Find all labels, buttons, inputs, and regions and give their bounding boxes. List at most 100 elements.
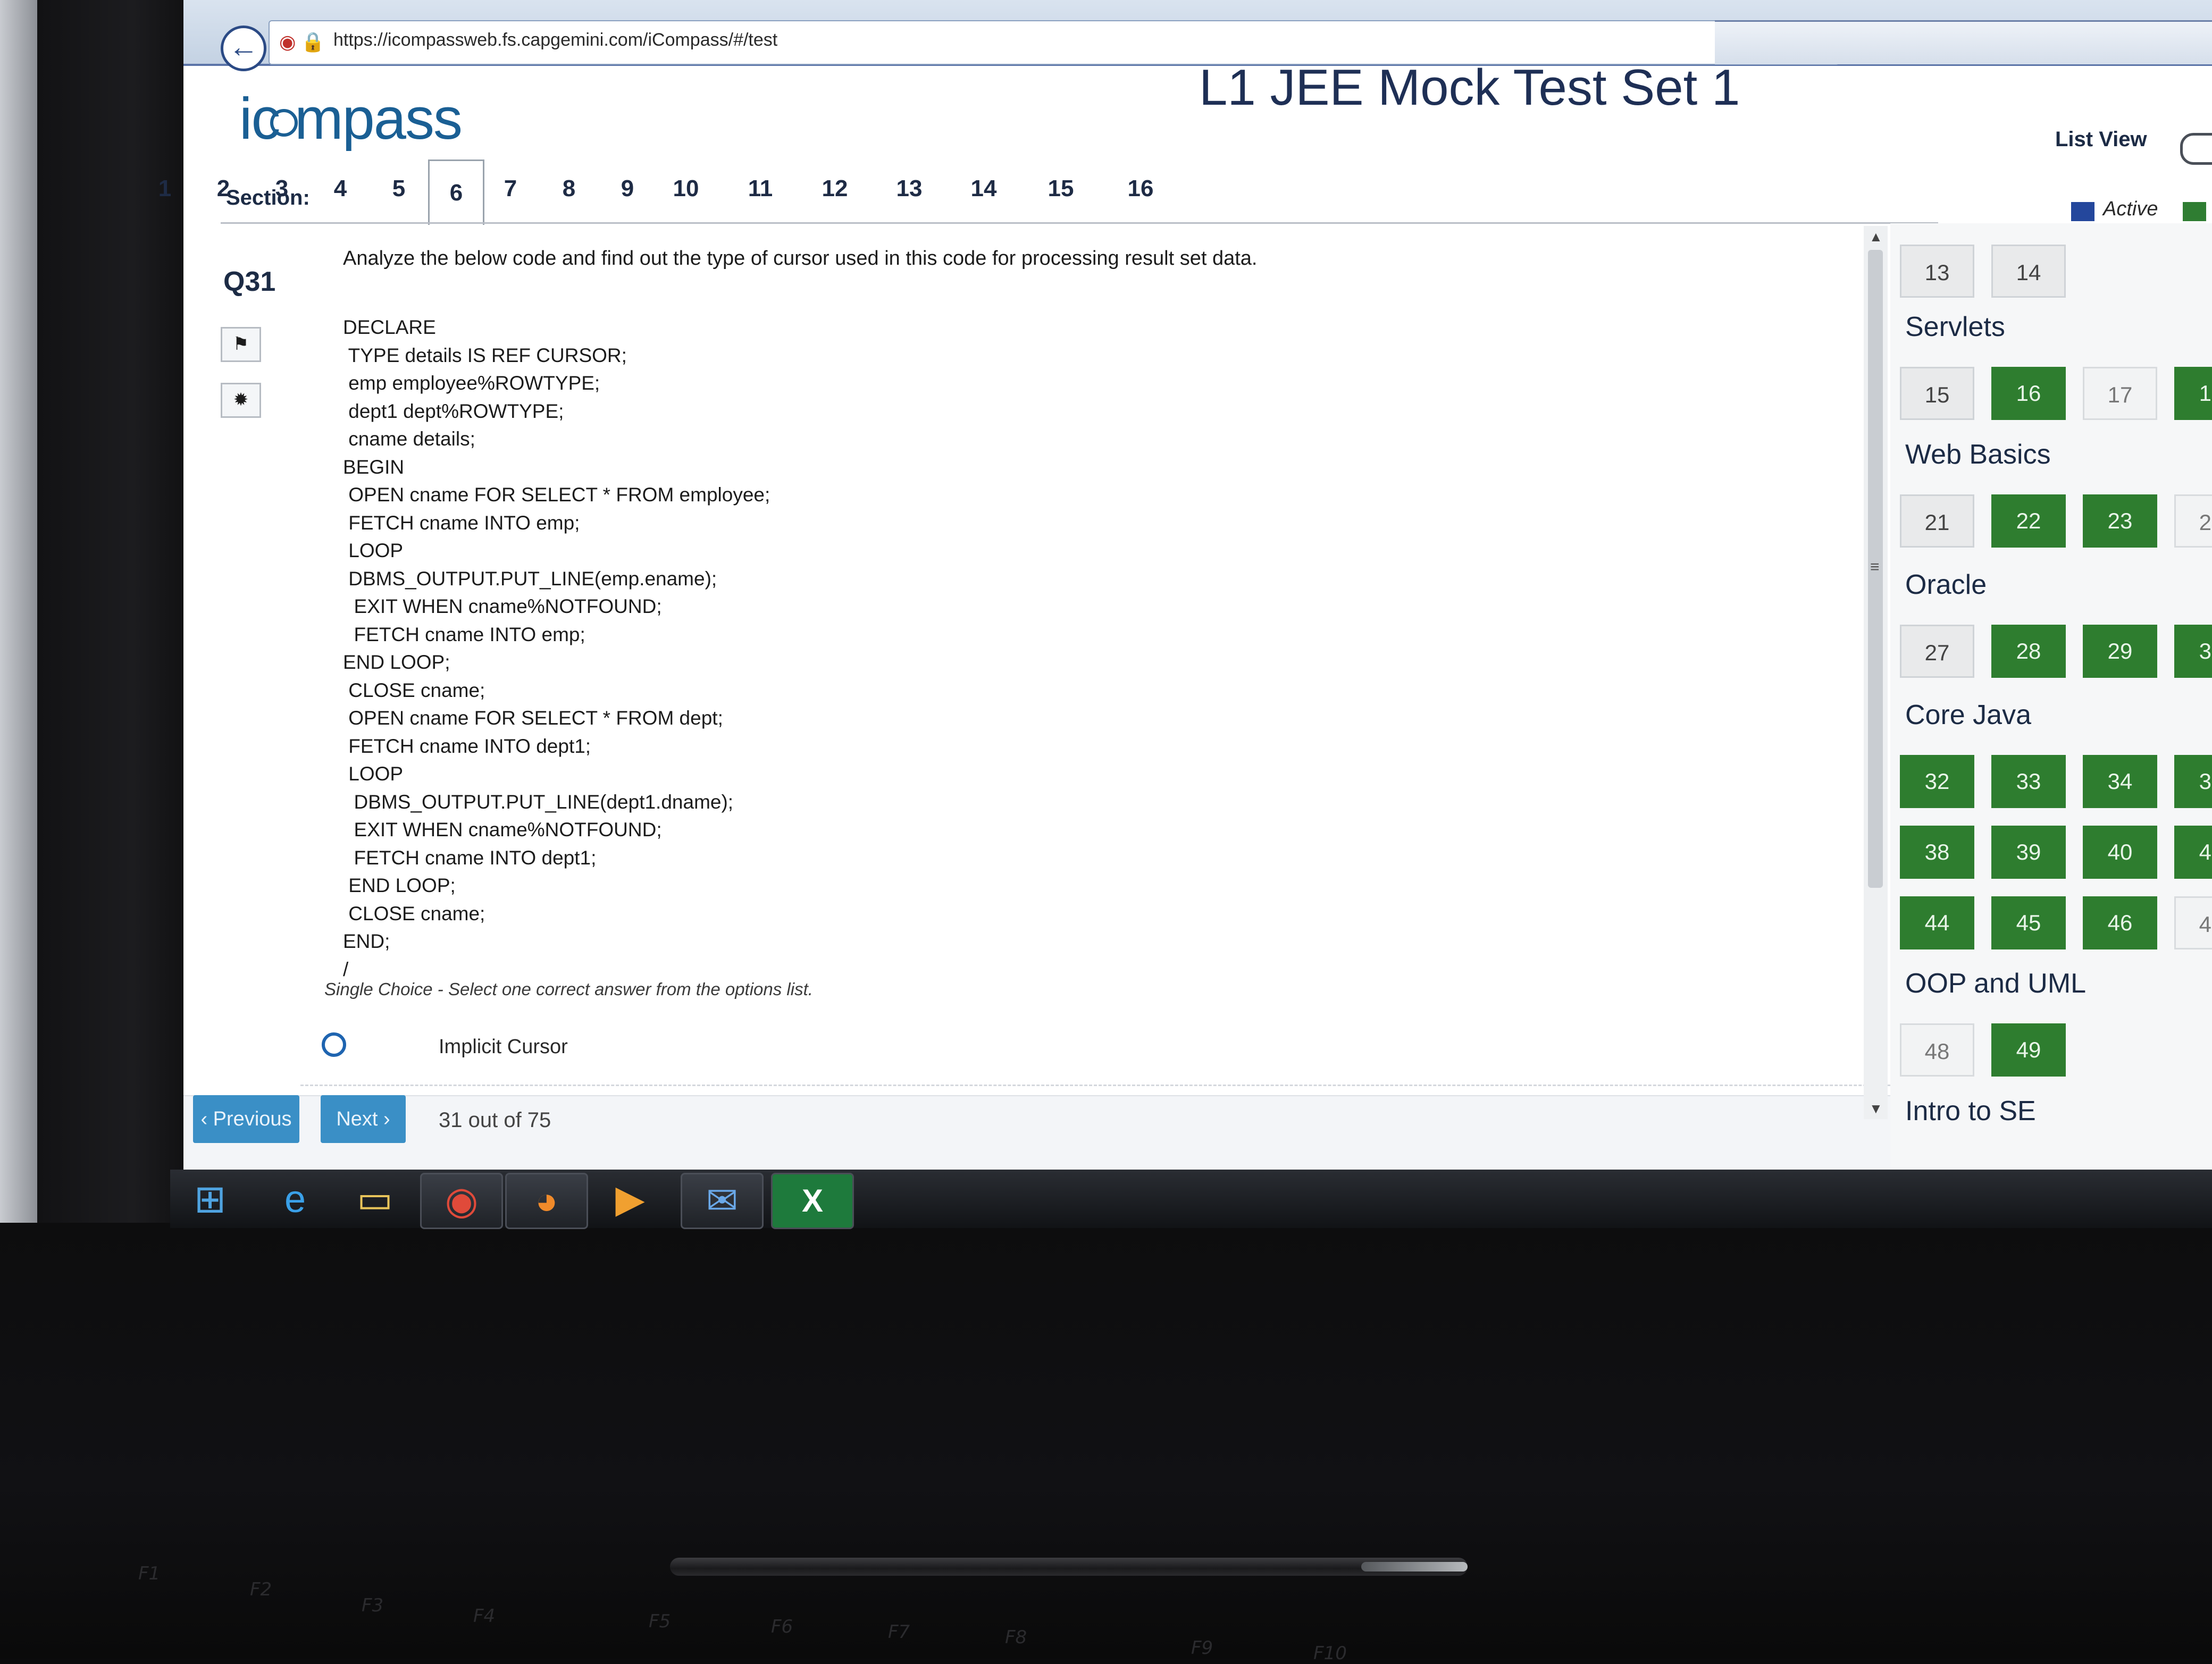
question-button-34[interactable]: 34 [2083,755,2157,808]
keyboard-key-f5: F5 [649,1611,671,1632]
section-tab-10[interactable]: 10 [662,175,710,202]
section-tab-1[interactable]: 1 [141,175,189,202]
internet-explorer-icon[interactable]: e [255,1173,335,1226]
question-button-27[interactable]: 27 [1900,625,1974,678]
footer-bar [183,1095,2023,1171]
lock-icon: ◉ 🔒 [279,31,325,53]
question-button-41[interactable]: 41 [2174,826,2212,879]
group-title: Oracle [1905,569,1987,600]
section-tab-15[interactable]: 15 [1037,175,1085,202]
keyboard-key-f9: F9 [1191,1637,1213,1659]
option-radio-1[interactable] [322,1032,346,1057]
question-button-28[interactable]: 28 [1991,625,2066,678]
url-text: https://icompassweb.fs.capgemini.com/iCo… [333,30,778,50]
bug-icon[interactable]: ✹ [221,383,261,418]
list-view-label: List View [2055,128,2147,151]
scroll-up-icon[interactable]: ▲ [1869,229,1883,245]
section-tab-8[interactable]: 8 [545,175,593,202]
answer-hint: Single Choice - Select one correct answe… [324,979,813,999]
question-button-35[interactable]: 35 [2174,755,2212,808]
question-button-23[interactable]: 23 [2083,494,2157,548]
question-button-45[interactable]: 45 [1991,896,2066,949]
chrome-icon[interactable]: ◉ [420,1173,503,1229]
windows-start-icon[interactable]: ⊞ [170,1173,250,1226]
list-view-toggle[interactable] [2180,133,2212,165]
question-button-21[interactable]: 21 [1900,494,1974,548]
section-tab-14[interactable]: 14 [960,175,1008,202]
question-button-24[interactable]: 24 [2174,494,2212,548]
pen-tip [1361,1562,1468,1571]
question-button-39[interactable]: 39 [1991,826,2066,879]
question-button-22[interactable]: 22 [1991,494,2066,548]
back-arrow-icon[interactable]: ← [221,26,266,71]
section-tab-5[interactable]: 5 [375,175,423,202]
question-code: DECLARE TYPE details IS REF CURSOR; emp … [343,316,770,980]
section-tab-9[interactable]: 9 [604,175,651,202]
tabs-divider [221,222,1938,224]
page-title: L1 JEE Mock Test Set 1 [1199,59,1740,116]
question-button-47[interactable]: 47 [2174,896,2212,949]
question-button-15[interactable]: 15 [1900,367,1974,420]
section-tab-16[interactable]: 16 [1117,175,1164,202]
group-title: OOP and UML [1905,968,2087,999]
group-title: Core Java [1905,700,2031,730]
previous-button[interactable]: ‹ Previous [193,1095,299,1143]
thunderbird-icon[interactable]: ✉ [681,1173,764,1229]
group-title: Intro to SE [1905,1096,2036,1127]
browser-tab-strip [1715,20,2212,64]
section-tab-12[interactable]: 12 [811,175,859,202]
section-tab-2[interactable]: 2 [199,175,247,202]
keyboard-key-f7: F7 [888,1621,910,1643]
next-button[interactable]: Next › [321,1095,406,1143]
question-button-49[interactable]: 49 [1991,1023,2066,1077]
option-label-1[interactable]: Implicit Cursor [439,1036,568,1058]
question-navigator-panel: 13 14 Servlets 15 16 17 18 Web Basics 21 22 23 24 Or… [1890,223,2212,1170]
monitor-bottom-bezel [0,1223,2212,1659]
excel-icon[interactable]: X [771,1173,854,1229]
legend-answered-swatch [2183,202,2206,221]
section-tab-4[interactable]: 4 [316,175,364,202]
group-title: Servlets [1905,312,2005,342]
question-number: Q31 [223,266,276,297]
question-button-33[interactable]: 33 [1991,755,2066,808]
question-button-48[interactable]: 48 [1900,1023,1974,1077]
keyboard-key-f10: F10 [1313,1643,1347,1664]
pen [670,1558,1468,1576]
keyboard-key-f6: F6 [771,1616,793,1637]
question-button-18[interactable]: 18 [2174,367,2212,420]
firefox-icon[interactable]: ◕ [505,1173,588,1229]
screen: ← ◉ 🔒 https://icompassweb.fs.capgemini.c… [158,0,2212,1171]
question-button-14[interactable]: 14 [1991,245,2066,298]
question-text: Analyze the below code and find out the … [343,247,1258,270]
browser-toolbar: ← ◉ 🔒 https://icompassweb.fs.capgemini.c… [183,0,2212,71]
compass-icon [270,109,298,137]
question-button-30[interactable]: 30 [2174,625,2212,678]
progress-text: 31 out of 75 [439,1108,551,1132]
question-button-13[interactable]: 13 [1900,245,1974,298]
flag-icon[interactable]: ⚑ [221,327,261,362]
keyboard-key-f3: F3 [362,1595,384,1616]
section-tab-11[interactable]: 11 [736,175,784,202]
option-divider [300,1085,1938,1086]
legend-active-swatch [2071,202,2094,221]
group-title: Web Basics [1905,439,2051,470]
file-explorer-icon[interactable]: ▭ [335,1173,415,1226]
question-button-44[interactable]: 44 [1900,896,1974,949]
section-tab-3[interactable]: 3 [258,175,306,202]
question-button-40[interactable]: 40 [2083,826,2157,879]
question-button-16[interactable]: 16 [1991,367,2066,420]
question-button-17[interactable]: 17 [2083,367,2157,420]
legend-active-label: Active [2103,198,2158,220]
question-button-32[interactable]: 32 [1900,755,1974,808]
section-tab-6[interactable]: 6 [428,159,484,225]
media-player-icon[interactable]: ▶ [590,1173,670,1226]
question-button-29[interactable]: 29 [2083,625,2157,678]
scroll-grip-icon: ≡ [1870,558,1880,576]
question-button-46[interactable]: 46 [2083,896,2157,949]
keyboard-key-f4: F4 [473,1606,496,1627]
section-tab-13[interactable]: 13 [885,175,933,202]
keyboard-key-f1: F1 [138,1563,161,1584]
scroll-down-icon[interactable]: ▼ [1869,1100,1883,1117]
section-tab-7[interactable]: 7 [487,175,534,202]
question-button-38[interactable]: 38 [1900,826,1974,879]
